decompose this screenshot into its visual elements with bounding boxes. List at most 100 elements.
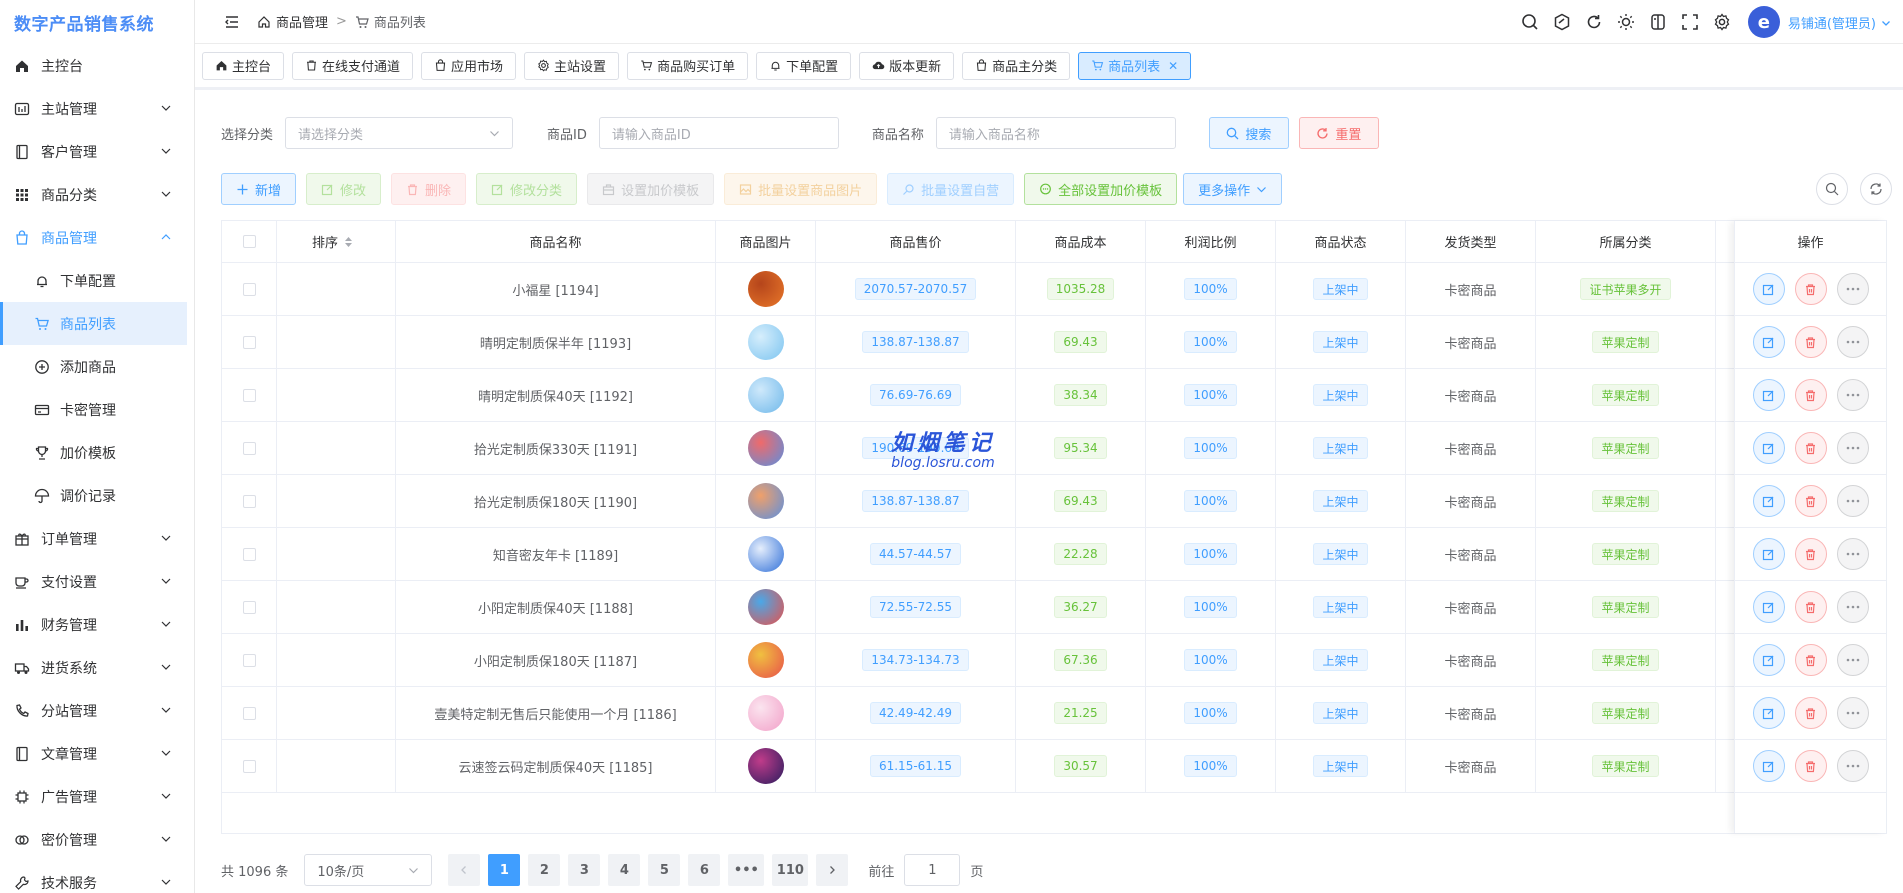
sidebar-subitem-0[interactable]: 下单配置: [0, 259, 194, 302]
sidebar-item-5[interactable]: 订单管理: [0, 517, 194, 560]
row-more-button[interactable]: [1836, 485, 1869, 517]
row-more-button[interactable]: [1836, 644, 1869, 676]
reset-button[interactable]: 重置: [1298, 117, 1379, 149]
product-image[interactable]: [747, 324, 784, 360]
refresh-table-button[interactable]: [1860, 173, 1892, 205]
status-badge[interactable]: 上架中: [1313, 755, 1368, 777]
status-badge[interactable]: 上架中: [1313, 278, 1368, 300]
status-badge[interactable]: 上架中: [1313, 702, 1368, 724]
product-image[interactable]: [747, 748, 784, 784]
product-image[interactable]: [747, 377, 784, 413]
row-delete-button[interactable]: [1794, 591, 1827, 623]
row-checkbox[interactable]: [242, 600, 256, 614]
row-checkbox[interactable]: [242, 547, 256, 561]
product-image[interactable]: [747, 536, 784, 572]
goto-page-input[interactable]: 1: [904, 854, 961, 886]
search-toggle-button[interactable]: [1816, 173, 1848, 205]
row-more-button[interactable]: [1836, 326, 1869, 358]
row-edit-button[interactable]: [1752, 326, 1785, 358]
tab-7[interactable]: 商品主分类: [962, 51, 1071, 80]
avatar[interactable]: e: [1747, 6, 1780, 38]
row-edit-button[interactable]: [1752, 591, 1785, 623]
page-button[interactable]: 6: [688, 854, 721, 886]
close-icon[interactable]: ✕: [1168, 59, 1178, 73]
edit-category-button[interactable]: 修改分类: [476, 173, 578, 205]
page-button[interactable]: 4: [608, 854, 641, 886]
sidebar-item-1[interactable]: 主站管理: [0, 87, 194, 130]
row-delete-button[interactable]: [1794, 538, 1827, 570]
fullscreen-icon[interactable]: [1680, 12, 1700, 32]
row-edit-button[interactable]: [1752, 485, 1785, 517]
next-page-button[interactable]: [816, 854, 849, 886]
row-delete-button[interactable]: [1794, 432, 1827, 464]
row-more-button[interactable]: [1836, 697, 1869, 729]
tab-6[interactable]: 版本更新: [859, 51, 955, 80]
sun-icon[interactable]: [1616, 12, 1636, 32]
delete-button[interactable]: 删除: [391, 173, 467, 205]
row-checkbox[interactable]: [242, 335, 256, 349]
tab-8[interactable]: 商品列表 ✕: [1078, 51, 1192, 80]
row-edit-button[interactable]: [1752, 697, 1785, 729]
status-badge[interactable]: 上架中: [1313, 649, 1368, 671]
gear-icon[interactable]: [1712, 12, 1732, 32]
sidebar-item-6[interactable]: 支付设置: [0, 560, 194, 603]
product-image[interactable]: [747, 642, 784, 678]
sidebar-item-4[interactable]: 商品管理: [0, 216, 194, 259]
sidebar-subitem-3[interactable]: 卡密管理: [0, 388, 194, 431]
row-checkbox[interactable]: [242, 388, 256, 402]
product-image[interactable]: [747, 483, 784, 519]
row-checkbox[interactable]: [242, 706, 256, 720]
page-button[interactable]: 1: [488, 854, 521, 886]
sidebar-item-13[interactable]: 技术服务: [0, 861, 194, 893]
batch-image-button[interactable]: 批量设置商品图片: [724, 173, 878, 205]
add-button[interactable]: 新增: [221, 173, 297, 205]
status-badge[interactable]: 上架中: [1313, 437, 1368, 459]
switch-icon[interactable]: [1648, 12, 1668, 32]
row-more-button[interactable]: [1836, 538, 1869, 570]
row-checkbox[interactable]: [242, 653, 256, 667]
tab-5[interactable]: 下单配置: [756, 51, 852, 80]
page-button[interactable]: 5: [648, 854, 681, 886]
page-size-select[interactable]: 10条/页: [304, 854, 433, 886]
more-actions-dropdown[interactable]: 更多操作: [1183, 173, 1283, 205]
row-edit-button[interactable]: [1752, 538, 1785, 570]
edit-button[interactable]: 修改: [306, 173, 382, 205]
status-badge[interactable]: 上架中: [1313, 331, 1368, 353]
sidebar-item-7[interactable]: 财务管理: [0, 603, 194, 646]
row-more-button[interactable]: [1836, 750, 1869, 782]
sidebar-subitem-2[interactable]: 添加商品: [0, 345, 194, 388]
sort-header[interactable]: 排序: [277, 221, 396, 262]
sidebar-item-3[interactable]: 商品分类: [0, 173, 194, 216]
sidebar-item-9[interactable]: 分站管理: [0, 689, 194, 732]
row-delete-button[interactable]: [1794, 379, 1827, 411]
search-icon[interactable]: [1520, 12, 1540, 32]
row-edit-button[interactable]: [1752, 432, 1785, 464]
row-delete-button[interactable]: [1794, 273, 1827, 305]
breadcrumb-parent[interactable]: 商品管理: [276, 12, 328, 31]
row-delete-button[interactable]: [1794, 697, 1827, 729]
row-delete-button[interactable]: [1794, 750, 1827, 782]
prev-page-button[interactable]: [448, 854, 481, 886]
search-button[interactable]: 搜索: [1208, 117, 1289, 149]
product-image[interactable]: [747, 589, 784, 625]
page-button[interactable]: •••: [728, 854, 765, 886]
product-image[interactable]: [747, 430, 784, 466]
cube-icon[interactable]: [1552, 12, 1572, 32]
user-menu[interactable]: 易铺通(管理员): [1788, 13, 1891, 32]
row-checkbox[interactable]: [242, 494, 256, 508]
row-edit-button[interactable]: [1752, 750, 1785, 782]
product-name-input[interactable]: 请输入商品名称: [935, 117, 1176, 149]
row-checkbox[interactable]: [242, 441, 256, 455]
category-select[interactable]: 请选择分类: [285, 117, 514, 149]
product-image[interactable]: [747, 695, 784, 731]
page-button[interactable]: 110: [772, 854, 809, 886]
sidebar-item-12[interactable]: 密价管理: [0, 818, 194, 861]
status-badge[interactable]: 上架中: [1313, 543, 1368, 565]
row-more-button[interactable]: [1836, 379, 1869, 411]
tab-1[interactable]: 在线支付通道: [292, 51, 414, 80]
page-button[interactable]: 2: [528, 854, 561, 886]
tab-2[interactable]: 应用市场: [421, 51, 517, 80]
sidebar-item-10[interactable]: 文章管理: [0, 732, 194, 775]
row-edit-button[interactable]: [1752, 273, 1785, 305]
all-template-button[interactable]: 全部设置加价模板: [1024, 173, 1178, 205]
